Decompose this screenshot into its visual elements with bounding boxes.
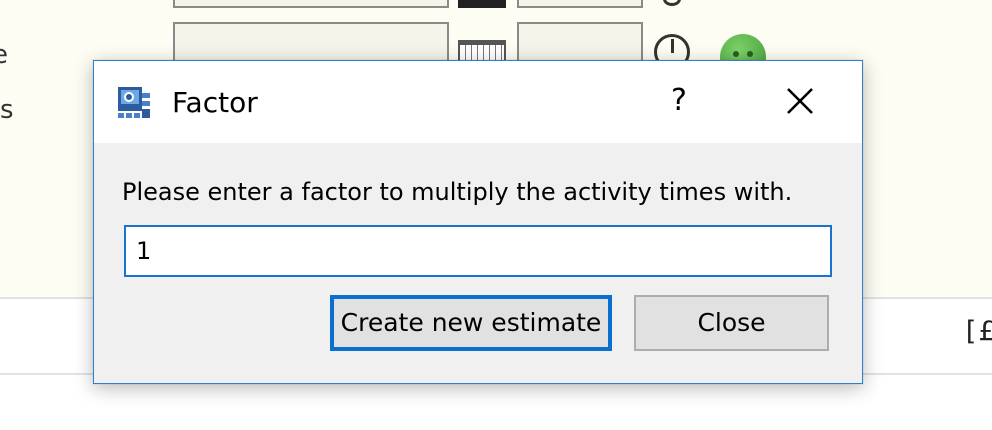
background-date-field[interactable] bbox=[173, 22, 449, 64]
background-currency-header: [£ bbox=[962, 316, 992, 347]
estimation-app-icon bbox=[116, 83, 154, 121]
background-date-field[interactable] bbox=[173, 0, 449, 8]
create-new-estimate-button[interactable]: Create new estimate bbox=[330, 295, 612, 351]
dialog-titlebar[interactable]: Factor ? bbox=[94, 61, 862, 143]
factor-dialog: Factor ? Please enter a factor to multip… bbox=[93, 60, 863, 384]
factor-input[interactable] bbox=[124, 225, 832, 277]
dialog-title: Factor bbox=[172, 86, 258, 119]
prompt-label: Please enter a factor to multiply the ac… bbox=[122, 178, 793, 206]
background-time-field[interactable] bbox=[517, 22, 643, 64]
background-calendar-icon[interactable] bbox=[458, 0, 506, 8]
close-button[interactable]: Close bbox=[634, 295, 829, 351]
help-button[interactable]: ? bbox=[659, 77, 699, 125]
background-label-fragment: e bbox=[0, 42, 8, 68]
dialog-body: Please enter a factor to multiply the ac… bbox=[94, 143, 862, 385]
close-icon[interactable] bbox=[776, 77, 824, 125]
background-label-fragment: s bbox=[0, 95, 14, 125]
background-time-field[interactable] bbox=[517, 0, 643, 8]
